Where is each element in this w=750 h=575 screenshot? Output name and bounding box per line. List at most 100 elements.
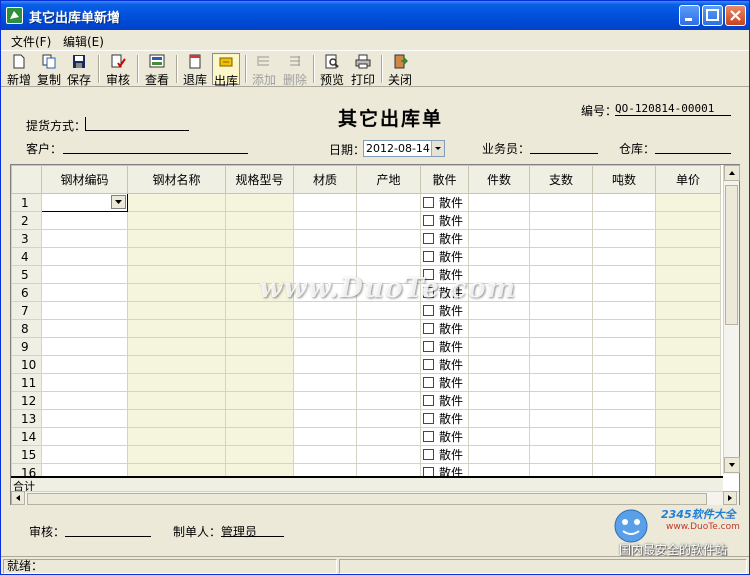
grid-cell[interactable] [225, 373, 294, 392]
grid-cell[interactable]: 散件 [420, 409, 469, 428]
grid-cell[interactable] [225, 193, 294, 212]
grid-cell[interactable] [225, 247, 294, 266]
vertical-scrollbar[interactable] [723, 165, 740, 474]
loose-checkbox[interactable] [423, 215, 434, 226]
loose-checkbox[interactable] [423, 395, 434, 406]
grid-cell[interactable] [225, 355, 294, 374]
grid-cell[interactable] [41, 355, 128, 374]
table-row[interactable]: 11 散件 [11, 373, 721, 392]
grid-cell[interactable] [655, 265, 721, 284]
grid-cell[interactable] [127, 247, 226, 266]
grid-cell[interactable] [655, 391, 721, 410]
grid-cell[interactable] [356, 247, 421, 266]
grid-cell[interactable] [529, 427, 593, 446]
grid-cell[interactable] [41, 265, 128, 284]
grid-cell[interactable] [468, 211, 530, 230]
grid-cell[interactable] [655, 355, 721, 374]
loose-checkbox[interactable] [423, 197, 434, 208]
grid-cell[interactable] [592, 193, 656, 212]
grid-cell[interactable] [356, 301, 421, 320]
grid-cell[interactable] [592, 445, 656, 464]
column-header[interactable]: 规格型号 [225, 165, 294, 194]
grid-cell[interactable] [225, 409, 294, 428]
grid-cell[interactable] [468, 427, 530, 446]
grid-cell[interactable] [127, 229, 226, 248]
grid-cell[interactable] [41, 319, 128, 338]
grid-cell[interactable] [592, 265, 656, 284]
grid-cell[interactable] [127, 193, 226, 212]
table-row[interactable]: 3 散件 [11, 229, 721, 248]
grid-cell[interactable] [127, 409, 226, 428]
grid-cell[interactable] [127, 445, 226, 464]
add-row-button[interactable]: 添加 [250, 53, 278, 87]
grid-cell[interactable]: 散件 [420, 373, 469, 392]
grid-cell[interactable] [529, 283, 593, 302]
grid-cell[interactable] [592, 337, 656, 356]
loose-checkbox[interactable] [423, 233, 434, 244]
grid-cell[interactable] [655, 283, 721, 302]
grid-cell[interactable]: 散件 [420, 355, 469, 374]
grid-cell[interactable] [468, 355, 530, 374]
grid-cell[interactable] [468, 247, 530, 266]
grid-cell[interactable] [356, 229, 421, 248]
date-picker[interactable]: 2012-08-14 [363, 140, 445, 157]
grid-cell[interactable] [468, 319, 530, 338]
print-button[interactable]: 打印 [349, 53, 377, 87]
table-row[interactable]: 12 散件 [11, 391, 721, 410]
grid-cell[interactable] [356, 373, 421, 392]
grid-cell[interactable] [655, 427, 721, 446]
loose-checkbox[interactable] [423, 341, 434, 352]
loose-checkbox[interactable] [423, 449, 434, 460]
grid-cell[interactable] [468, 193, 530, 212]
grid-cell[interactable] [655, 229, 721, 248]
view-button[interactable]: 查看 [143, 53, 171, 87]
loose-checkbox[interactable] [423, 431, 434, 442]
grid-cell[interactable] [529, 355, 593, 374]
grid-cell[interactable] [468, 409, 530, 428]
grid-cell[interactable] [468, 337, 530, 356]
grid-cell[interactable] [41, 247, 128, 266]
grid-cell[interactable] [529, 409, 593, 428]
scroll-right-button[interactable] [723, 491, 737, 505]
grid-cell[interactable] [293, 229, 357, 248]
grid-cell[interactable] [356, 193, 421, 212]
grid-cell[interactable] [127, 355, 226, 374]
grid-cell[interactable] [655, 193, 721, 212]
table-row[interactable]: 9 散件 [11, 337, 721, 356]
grid-cell[interactable] [293, 247, 357, 266]
grid-cell[interactable] [225, 445, 294, 464]
save-button[interactable]: 保存 [65, 53, 93, 87]
vertical-scroll-thumb[interactable] [725, 185, 738, 325]
grid-cell[interactable] [592, 373, 656, 392]
grid-cell[interactable]: 散件 [420, 337, 469, 356]
grid-cell[interactable] [468, 445, 530, 464]
grid-cell[interactable] [41, 283, 128, 302]
grid-cell[interactable] [592, 283, 656, 302]
column-header[interactable]: 钢材名称 [127, 165, 226, 194]
grid-cell[interactable] [529, 265, 593, 284]
table-row[interactable]: 7 散件 [11, 301, 721, 320]
grid-cell[interactable] [41, 427, 128, 446]
grid-cell[interactable] [655, 211, 721, 230]
table-row[interactable]: 2 散件 [11, 211, 721, 230]
grid-cell[interactable] [655, 247, 721, 266]
grid-cell[interactable]: 散件 [420, 301, 469, 320]
loose-checkbox[interactable] [423, 359, 434, 370]
grid-cell[interactable]: 散件 [420, 229, 469, 248]
chevron-down-icon[interactable] [111, 195, 126, 209]
loose-checkbox[interactable] [423, 305, 434, 316]
grid-cell[interactable] [41, 445, 128, 464]
grid-cell[interactable] [356, 391, 421, 410]
grid-cell[interactable] [293, 193, 357, 212]
grid-cell[interactable] [529, 391, 593, 410]
detail-grid[interactable]: 钢材编码 钢材名称 规格型号 材质 产地 散件 件数 支数 吨数 单价 1 散件 2… [10, 164, 740, 505]
grid-cell[interactable] [293, 211, 357, 230]
grid-cell[interactable] [529, 193, 593, 212]
grid-cell[interactable] [293, 409, 357, 428]
grid-cell[interactable] [225, 337, 294, 356]
grid-cell[interactable] [356, 409, 421, 428]
delivery-method-field[interactable] [85, 117, 189, 131]
delete-row-button[interactable]: 删除 [281, 53, 309, 87]
grid-cell[interactable] [41, 301, 128, 320]
table-row[interactable]: 1 散件 [11, 193, 721, 212]
